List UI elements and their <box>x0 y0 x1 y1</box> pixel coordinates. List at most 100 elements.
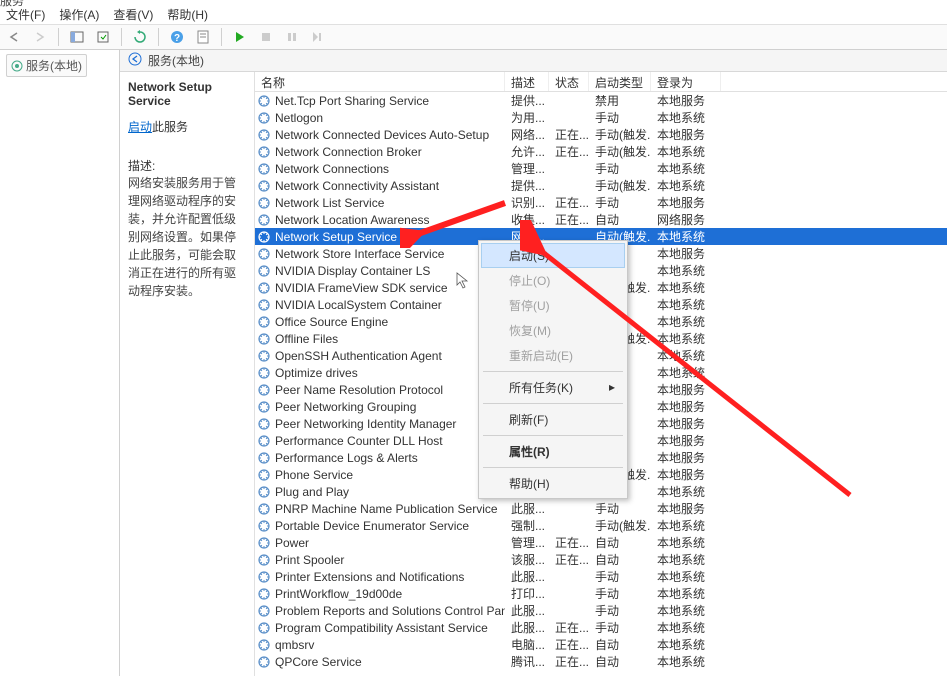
service-row[interactable]: QPCore Service腾讯...正在...自动本地系统 <box>255 653 947 670</box>
service-icon <box>257 145 271 159</box>
service-row[interactable]: Print Spooler该服...正在...自动本地系统 <box>255 551 947 568</box>
service-icon <box>257 638 271 652</box>
service-logon: 本地服务 <box>651 449 721 466</box>
context-menu-item: 恢复(M) <box>481 318 625 343</box>
service-row[interactable]: Network Connections管理...手动本地系统 <box>255 160 947 177</box>
menu-action[interactable]: 操作(A) <box>59 6 99 23</box>
service-row[interactable]: Network Connected Devices Auto-Setup网络..… <box>255 126 947 143</box>
service-name: PrintWorkflow_19d00de <box>275 587 402 601</box>
start-service-button[interactable] <box>230 27 250 47</box>
service-logon: 网络服务 <box>651 211 721 228</box>
service-icon <box>257 417 271 431</box>
service-icon <box>257 264 271 278</box>
context-menu-item: 停止(O) <box>481 268 625 293</box>
service-logon: 本地系统 <box>651 109 721 126</box>
service-row[interactable]: PrintWorkflow_19d00de打印...手动本地系统 <box>255 585 947 602</box>
service-logon: 本地服务 <box>651 245 721 262</box>
service-name: Optimize drives <box>275 366 358 380</box>
col-state[interactable]: 状态 <box>549 72 589 91</box>
service-logon: 本地系统 <box>651 177 721 194</box>
service-icon <box>257 536 271 550</box>
service-row[interactable]: Netlogon为用...手动本地系统 <box>255 109 947 126</box>
svg-text:?: ? <box>174 33 180 44</box>
context-menu: 启动(S)停止(O)暂停(U)恢复(M)重新启动(E)所有任务(K)▸刷新(F)… <box>478 240 628 499</box>
service-state: 正在... <box>549 194 589 211</box>
back-arrow-icon[interactable] <box>128 52 142 69</box>
service-row[interactable]: Program Compatibility Assistant Service 此… <box>255 619 947 636</box>
properties-button[interactable] <box>193 27 213 47</box>
service-start: 手动 <box>589 568 651 585</box>
service-icon <box>257 570 271 584</box>
pause-service-button[interactable] <box>282 27 302 47</box>
service-state: 正在... <box>549 143 589 160</box>
service-logon: 本地系统 <box>651 636 721 653</box>
export-button[interactable] <box>93 27 113 47</box>
service-desc: 提供... <box>505 177 549 194</box>
service-desc: 此服... <box>505 619 549 636</box>
service-desc: 此服... <box>505 500 549 517</box>
service-logon: 本地系统 <box>651 602 721 619</box>
service-desc: 允许... <box>505 143 549 160</box>
service-row[interactable]: Network Location Awareness收集...正在...自动网络… <box>255 211 947 228</box>
col-logon[interactable]: 登录为 <box>651 72 721 91</box>
context-menu-item[interactable]: 刷新(F) <box>481 407 625 432</box>
service-icon <box>257 621 271 635</box>
service-row[interactable]: Power管理...正在...自动本地系统 <box>255 534 947 551</box>
service-name: Net.Tcp Port Sharing Service <box>275 94 429 108</box>
context-menu-item[interactable]: 帮助(H) <box>481 471 625 496</box>
service-row[interactable]: qmbsrv电脑...正在...自动本地系统 <box>255 636 947 653</box>
col-name[interactable]: 名称 <box>255 72 505 91</box>
context-menu-item[interactable]: 属性(R) <box>481 439 625 464</box>
show-hide-button[interactable] <box>67 27 87 47</box>
service-row[interactable]: Printer Extensions and Notifications此服..… <box>255 568 947 585</box>
context-menu-item[interactable]: 启动(S) <box>481 243 625 268</box>
col-start[interactable]: 启动类型 <box>589 72 651 91</box>
tree-root-services[interactable]: 服务(本地) <box>6 54 87 77</box>
refresh-button[interactable] <box>130 27 150 47</box>
service-name: Printer Extensions and Notifications <box>275 570 464 584</box>
stop-service-button[interactable] <box>256 27 276 47</box>
service-name: Network Connected Devices Auto-Setup <box>275 128 489 142</box>
service-name: Program Compatibility Assistant Service <box>275 621 488 635</box>
menu-help[interactable]: 帮助(H) <box>167 6 208 23</box>
service-name: qmbsrv <box>275 638 314 652</box>
service-row[interactable]: Network List Service识别...正在...手动本地服务 <box>255 194 947 211</box>
service-row[interactable]: Net.Tcp Port Sharing Service提供...禁用本地服务 <box>255 92 947 109</box>
selected-service-name: Network Setup Service <box>128 80 246 108</box>
service-icon <box>257 247 271 261</box>
menubar: 文件(F) 操作(A) 查看(V) 帮助(H) <box>0 4 947 25</box>
service-start: 自动 <box>589 551 651 568</box>
service-desc: 管理... <box>505 160 549 177</box>
tree-pane: 服务(本地) <box>0 50 120 676</box>
back-button[interactable] <box>4 27 24 47</box>
service-logon: 本地服务 <box>651 194 721 211</box>
service-name: NVIDIA LocalSystem Container <box>275 298 442 312</box>
service-icon <box>257 502 271 516</box>
service-row[interactable]: Network Connection Broker允许...正在...手动(触发… <box>255 143 947 160</box>
service-row[interactable]: Problem Reports and Solutions Control Pa… <box>255 602 947 619</box>
service-row[interactable]: Network Connectivity Assistant提供...手动(触发… <box>255 177 947 194</box>
context-menu-item[interactable]: 所有任务(K)▸ <box>481 375 625 400</box>
service-row[interactable]: PNRP Machine Name Publication Service此服.… <box>255 500 947 517</box>
col-desc[interactable]: 描述 <box>505 72 549 91</box>
service-start: 手动 <box>589 109 651 126</box>
help-button[interactable]: ? <box>167 27 187 47</box>
start-service-link[interactable]: 启动此服务 <box>128 118 246 135</box>
service-name: Network Connectivity Assistant <box>275 179 439 193</box>
service-name: Performance Counter DLL Host <box>275 434 443 448</box>
context-menu-item: 重新启动(E) <box>481 343 625 368</box>
service-logon: 本地系统 <box>651 364 721 381</box>
restart-service-button[interactable] <box>308 27 328 47</box>
service-desc: 电脑... <box>505 636 549 653</box>
service-state: 正在... <box>549 126 589 143</box>
service-logon: 本地系统 <box>651 534 721 551</box>
service-icon <box>257 451 271 465</box>
forward-button[interactable] <box>30 27 50 47</box>
service-desc: 腾讯... <box>505 653 549 670</box>
service-name: NVIDIA Display Container LS <box>275 264 430 278</box>
menu-file[interactable]: 文件(F) <box>6 6 45 23</box>
service-row[interactable]: Portable Device Enumerator Service强制...手… <box>255 517 947 534</box>
menu-view[interactable]: 查看(V) <box>113 6 153 23</box>
service-logon: 本地系统 <box>651 228 721 245</box>
service-name: Network Location Awareness <box>275 213 430 227</box>
